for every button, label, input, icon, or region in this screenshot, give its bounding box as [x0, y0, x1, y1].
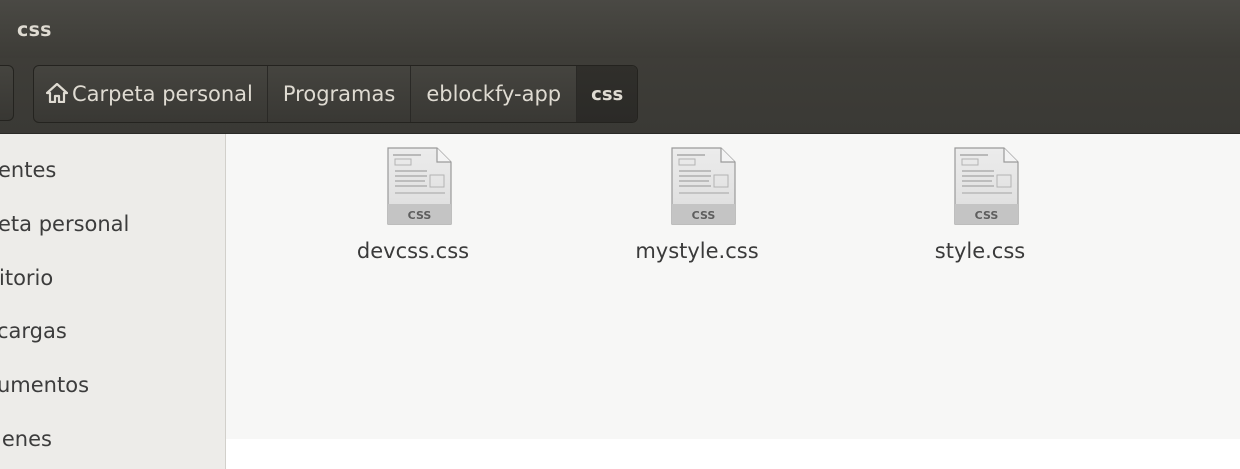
breadcrumb-label: Carpeta personal: [72, 82, 253, 106]
file-item-mystyle[interactable]: CSS mystyle.css: [597, 146, 797, 276]
sidebar-item-descargas[interactable]: cargas: [0, 311, 67, 351]
toolbar: Carpeta personal Programas eblockfy-app …: [0, 58, 1240, 134]
back-button[interactable]: [0, 65, 14, 121]
sidebar-item-label: entes: [0, 158, 57, 182]
sidebar-item-label: cargas: [0, 319, 67, 343]
home-icon: [46, 83, 68, 103]
file-name: devcss.css: [356, 239, 470, 263]
breadcrumb-item-css[interactable]: css: [577, 66, 638, 122]
file-item-devcss[interactable]: CSS devcss.css: [313, 146, 513, 276]
file-type-badge: CSS: [692, 209, 716, 222]
title-bar[interactable]: css: [0, 0, 1240, 58]
css-file-icon: CSS: [387, 147, 452, 225]
file-manager-window: css Carpeta personal Programas eblockfy-…: [0, 0, 1240, 469]
file-item-style[interactable]: CSS style.css: [880, 146, 1080, 276]
sidebar-item-imagenes[interactable]: jenes: [0, 419, 52, 459]
breadcrumb-label: eblockfy-app: [426, 82, 562, 106]
file-type-badge: CSS: [408, 209, 432, 222]
sidebar-item-carpeta-personal[interactable]: eta personal: [0, 204, 129, 244]
css-file-icon: CSS: [671, 147, 736, 225]
file-type-badge: CSS: [975, 209, 999, 222]
css-file-icon: CSS: [954, 147, 1019, 225]
breadcrumb-label: Programas: [282, 82, 396, 106]
breadcrumb: Carpeta personal Programas eblockfy-app …: [33, 65, 639, 123]
file-view-footer: [226, 439, 1240, 469]
breadcrumb-item-programas[interactable]: Programas: [268, 66, 412, 122]
sidebar-item-escritorio[interactable]: itorio: [0, 258, 53, 298]
sidebar-item-recientes[interactable]: entes: [0, 150, 56, 190]
breadcrumb-label: css: [591, 83, 624, 105]
window-title: css: [17, 19, 52, 41]
sidebar-item-label: eta personal: [0, 212, 130, 236]
sidebar-item-label: itorio: [0, 266, 54, 290]
file-name: mystyle.css: [635, 239, 759, 263]
file-name: style.css: [934, 239, 1026, 263]
breadcrumb-item-home[interactable]: Carpeta personal: [34, 66, 268, 122]
breadcrumb-item-eblockfy-app[interactable]: eblockfy-app: [411, 66, 578, 122]
sidebar: entes eta personal itorio cargas umentos…: [0, 134, 226, 469]
sidebar-item-documentos[interactable]: umentos: [0, 365, 89, 405]
sidebar-item-label: umentos: [0, 373, 90, 397]
sidebar-item-label: jenes: [0, 427, 52, 451]
file-view[interactable]: CSS devcss.css CSS mystyle.css CSS style…: [226, 134, 1240, 439]
